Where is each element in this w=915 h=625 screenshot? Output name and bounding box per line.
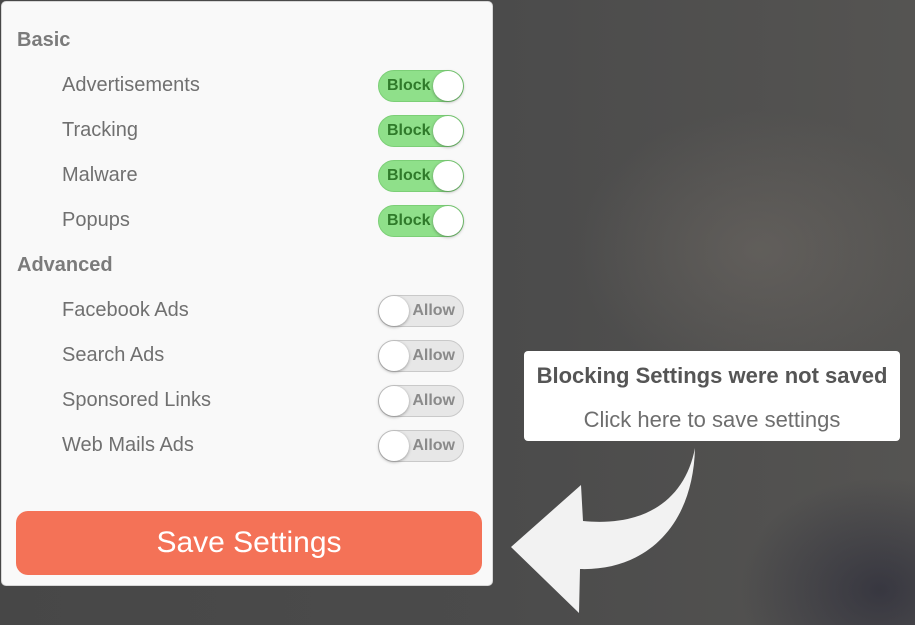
toggle-knob: [433, 161, 463, 191]
setting-label-web-mails-ads: Web Mails Ads: [62, 434, 194, 456]
section-title-basic: Basic: [17, 29, 71, 51]
setting-label-facebook-ads: Facebook Ads: [62, 299, 189, 321]
toggle-state-text: Allow: [412, 347, 455, 364]
toggle-web-mails-ads[interactable]: Allow: [378, 430, 464, 462]
curved-arrow-left-icon: [511, 448, 695, 613]
toggle-advertisements[interactable]: Block: [378, 70, 464, 102]
toggle-knob: [379, 341, 409, 371]
toggle-search-ads[interactable]: Allow: [378, 340, 464, 372]
section-title-advanced: Advanced: [17, 254, 113, 276]
toggle-state-text: Block: [387, 122, 431, 139]
setting-label-sponsored-links: Sponsored Links: [62, 389, 211, 411]
toggle-knob: [379, 386, 409, 416]
setting-label-malware: Malware: [62, 164, 138, 186]
toggle-sponsored-links[interactable]: Allow: [378, 385, 464, 417]
setting-label-popups: Popups: [62, 209, 130, 231]
toggle-state-text: Block: [387, 167, 431, 184]
setting-label-advertisements: Advertisements: [62, 74, 200, 96]
toggle-state-text: Block: [387, 77, 431, 94]
toggle-state-text: Allow: [412, 392, 455, 409]
save-settings-button[interactable]: Save Settings: [16, 511, 482, 575]
toggle-knob: [379, 296, 409, 326]
toggle-knob: [433, 71, 463, 101]
unsaved-settings-tooltip[interactable]: Blocking Settings were not saved Click h…: [524, 351, 900, 441]
tooltip-title: Blocking Settings were not saved: [536, 363, 888, 388]
toggle-tracking[interactable]: Block: [378, 115, 464, 147]
setting-label-search-ads: Search Ads: [62, 344, 165, 366]
tooltip-subtitle: Click here to save settings: [583, 407, 841, 432]
toggle-popups[interactable]: Block: [378, 205, 464, 237]
toggle-state-text: Allow: [412, 437, 455, 454]
setting-label-tracking: Tracking: [62, 119, 138, 141]
blocking-settings-panel: Basic Advertisements Block Tracking Bloc…: [1, 1, 493, 586]
toggle-knob: [379, 431, 409, 461]
toggle-state-text: Block: [387, 212, 431, 229]
toggle-knob: [433, 116, 463, 146]
toggle-malware[interactable]: Block: [378, 160, 464, 192]
toggle-knob: [433, 206, 463, 236]
toggle-state-text: Allow: [412, 302, 455, 319]
toggle-facebook-ads[interactable]: Allow: [378, 295, 464, 327]
